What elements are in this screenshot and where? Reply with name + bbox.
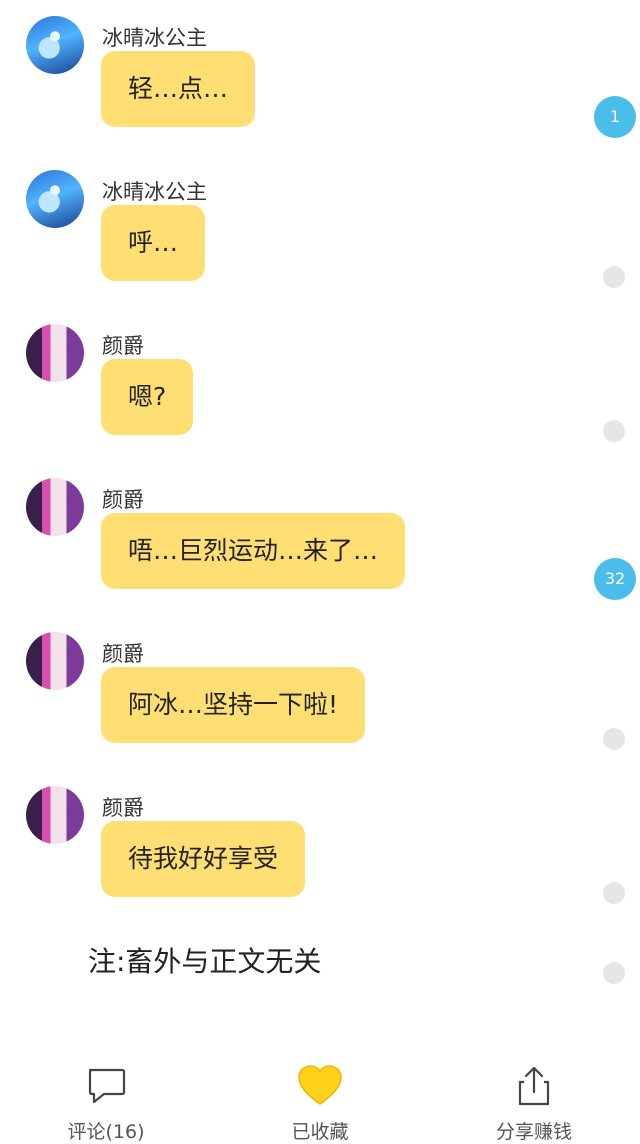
paragraph-comment-dot[interactable] bbox=[603, 962, 625, 984]
paragraph-comment-badge[interactable]: 32 bbox=[594, 558, 636, 600]
message-bubble[interactable]: 阿冰…坚持一下啦! bbox=[101, 667, 366, 743]
avatar[interactable] bbox=[26, 170, 84, 228]
share-button[interactable]: 分享赚钱 bbox=[454, 1064, 614, 1144]
sender-name: 颜爵 bbox=[102, 796, 144, 820]
message-bubble[interactable]: 唔…巨烈运动…来了… bbox=[101, 513, 406, 589]
sender-name: 颜爵 bbox=[102, 488, 144, 512]
sender-name: 颜爵 bbox=[102, 642, 144, 666]
heart-icon bbox=[298, 1065, 342, 1105]
bottom-action-bar: 评论(16) 已收藏 分享赚钱 bbox=[0, 1040, 640, 1143]
favorite-button[interactable]: 已收藏 bbox=[240, 1064, 400, 1144]
avatar[interactable] bbox=[26, 324, 84, 382]
sender-name: 冰晴冰公主 bbox=[102, 26, 207, 50]
message-bubble[interactable]: 轻…点… bbox=[101, 51, 256, 127]
paragraph-comment-dot[interactable] bbox=[603, 266, 625, 288]
share-label: 分享赚钱 bbox=[495, 1121, 572, 1143]
author-note: 注:畜外与正文无关 bbox=[88, 945, 322, 978]
paragraph-comment-badge[interactable]: 1 bbox=[594, 96, 636, 138]
message-bubble[interactable]: 嗯? bbox=[101, 359, 194, 435]
comment-button[interactable]: 评论(16) bbox=[26, 1064, 186, 1144]
paragraph-comment-dot[interactable] bbox=[603, 728, 625, 750]
comment-icon bbox=[88, 1068, 126, 1104]
avatar[interactable] bbox=[26, 478, 84, 536]
sender-name: 冰晴冰公主 bbox=[102, 180, 207, 204]
avatar[interactable] bbox=[26, 786, 84, 844]
share-icon bbox=[518, 1066, 550, 1106]
message-bubble[interactable]: 呼… bbox=[101, 205, 206, 281]
paragraph-comment-dot[interactable] bbox=[603, 420, 625, 442]
avatar[interactable] bbox=[26, 16, 84, 74]
favorite-label: 已收藏 bbox=[291, 1121, 349, 1143]
sender-name: 颜爵 bbox=[102, 334, 144, 358]
comment-label: 评论(16) bbox=[67, 1121, 145, 1143]
avatar[interactable] bbox=[26, 632, 84, 690]
message-bubble[interactable]: 待我好好享受 bbox=[101, 821, 306, 897]
paragraph-comment-dot[interactable] bbox=[603, 882, 625, 904]
